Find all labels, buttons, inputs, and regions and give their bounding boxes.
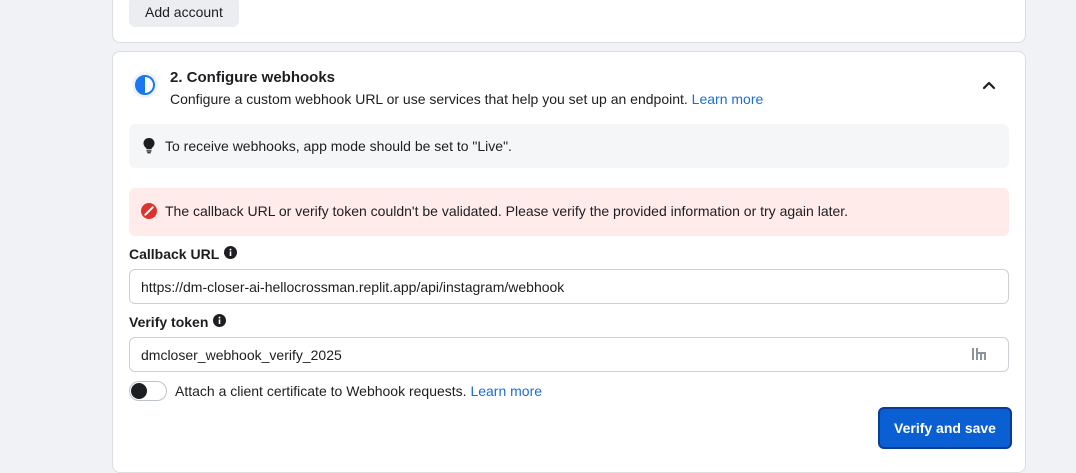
- client-certificate-toggle[interactable]: [129, 381, 167, 401]
- client-certificate-label: Attach a client certificate to Webhook r…: [175, 383, 542, 399]
- section-description-text: Configure a custom webhook URL or use se…: [170, 91, 688, 107]
- callback-url-input[interactable]: [129, 269, 1009, 304]
- section-title: 2. Configure webhooks: [170, 69, 336, 86]
- section-description: Configure a custom webhook URL or use se…: [170, 91, 763, 107]
- validation-error-text: The callback URL or verify token couldn'…: [165, 203, 849, 219]
- accounts-card: Add account: [112, 0, 1026, 43]
- toggle-knob: [131, 383, 147, 399]
- client-certificate-learn-more-link[interactable]: Learn more: [470, 383, 542, 399]
- live-mode-notice: To receive webhooks, app mode should be …: [129, 124, 1009, 168]
- chevron-up-icon: [982, 77, 996, 95]
- collapse-button[interactable]: [977, 76, 1001, 96]
- validation-error-banner: The callback URL or verify token couldn'…: [129, 188, 1009, 236]
- verify-and-save-button[interactable]: Verify and save: [878, 407, 1012, 449]
- callback-url-label-text: Callback URL: [129, 246, 220, 262]
- verify-token-label-text: Verify token: [129, 314, 209, 330]
- live-mode-notice-text: To receive webhooks, app mode should be …: [165, 138, 512, 154]
- lightbulb-icon: [142, 137, 156, 159]
- password-manager-icon[interactable]: [971, 347, 987, 361]
- info-icon[interactable]: [224, 246, 238, 262]
- verify-token-input[interactable]: [129, 337, 1009, 372]
- half-circle-icon: [132, 72, 158, 98]
- verify-token-label: Verify token: [129, 314, 227, 330]
- info-icon[interactable]: [213, 314, 227, 330]
- error-icon: [141, 203, 157, 224]
- client-certificate-label-text: Attach a client certificate to Webhook r…: [175, 383, 467, 399]
- add-account-button[interactable]: Add account: [129, 0, 239, 27]
- configure-webhooks-card: 2. Configure webhooks Configure a custom…: [112, 51, 1026, 473]
- learn-more-link[interactable]: Learn more: [692, 91, 764, 107]
- callback-url-label: Callback URL: [129, 246, 238, 262]
